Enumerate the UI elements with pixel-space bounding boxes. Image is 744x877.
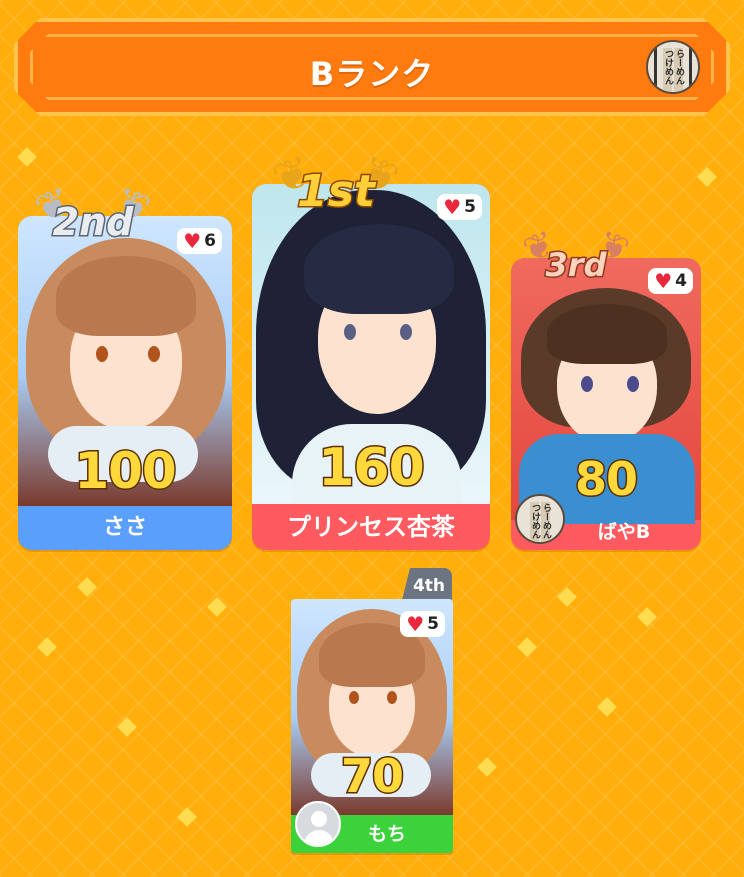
likes-counter: ♥ 5	[400, 611, 445, 637]
sparkle-decoration	[77, 577, 97, 597]
likes-count: 5	[464, 197, 476, 217]
heart-icon: ♥	[406, 612, 425, 636]
likes-counter: ♥ 4	[648, 268, 693, 294]
rank-label: 4th	[412, 576, 446, 596]
default-user-avatar-icon[interactable]	[295, 801, 341, 847]
likes-counter: ♥ 5	[437, 194, 482, 220]
avatar-body	[304, 830, 334, 845]
rank-label: 3rd	[544, 245, 608, 286]
rank-header-banner: Bランク らーめん つけめん	[14, 18, 730, 116]
avatar-text-line: らーめん	[541, 502, 551, 542]
ramen-avatar-icon[interactable]: らーめん つけめん	[646, 40, 700, 94]
character-bangs	[304, 224, 454, 314]
sparkle-decoration	[117, 717, 137, 737]
avatar-art: らーめん つけめん	[517, 496, 563, 542]
sparkle-decoration	[477, 757, 497, 777]
heart-icon: ♥	[443, 195, 462, 219]
likes-count: 5	[427, 614, 439, 634]
character-bangs	[56, 256, 196, 336]
sparkle-decoration	[557, 587, 577, 607]
avatar-head	[311, 811, 327, 827]
sparkle-decoration	[697, 167, 717, 187]
ranking-card-1st[interactable]: プリンセス杏茶 160 ♥ 5	[252, 184, 490, 550]
player-name: プリンセス杏茶	[287, 513, 455, 541]
sparkle-decoration	[177, 807, 197, 827]
sparkle-decoration	[17, 147, 37, 167]
rank-label: 1st	[296, 165, 377, 219]
character-eye	[387, 691, 397, 704]
character-eye	[349, 691, 359, 704]
character-eye	[148, 346, 160, 362]
ramen-avatar-icon[interactable]: らーめん つけめん	[515, 494, 565, 544]
heart-icon: ♥	[654, 269, 673, 293]
player-score: 100	[73, 441, 178, 502]
likes-count: 6	[204, 231, 216, 251]
rank-label: 2nd	[51, 199, 135, 246]
character-eye	[344, 324, 356, 340]
player-score: 160	[317, 437, 427, 500]
likes-counter: ♥ 6	[177, 228, 222, 254]
sparkle-decoration	[517, 637, 537, 657]
rank-badge-1st: ❦ ❦ 1st	[266, 145, 406, 236]
page-title: Bランク	[309, 55, 435, 93]
avatar-art: らーめん つけめん	[648, 42, 698, 92]
avatar-text-line: らーめん	[674, 48, 683, 92]
likes-count: 4	[675, 271, 687, 291]
character-bangs	[547, 304, 667, 364]
rank-badge-3rd: ❦ ❦ 3rd	[518, 223, 635, 306]
ranking-card-2nd[interactable]: ささ 100 ♥ 6	[18, 216, 232, 550]
ranking-card-4th[interactable]: もち 70 ♥ 5	[291, 599, 453, 853]
heart-icon: ♥	[183, 229, 202, 253]
character-eye	[581, 376, 593, 392]
player-score: 70	[339, 748, 405, 805]
rank-badge-2nd: ❦ ❦ 2nd	[29, 179, 157, 266]
sparkle-decoration	[637, 607, 657, 627]
character-eye	[627, 376, 639, 392]
sparkle-decoration	[37, 637, 57, 657]
avatar-text-line: つけめん	[530, 502, 540, 542]
player-name: ささ	[102, 515, 147, 540]
sparkle-decoration	[597, 697, 617, 717]
character-eye	[400, 324, 412, 340]
avatar-text-line: つけめん	[663, 48, 672, 92]
character-eye	[96, 346, 108, 362]
sparkle-decoration	[207, 597, 227, 617]
